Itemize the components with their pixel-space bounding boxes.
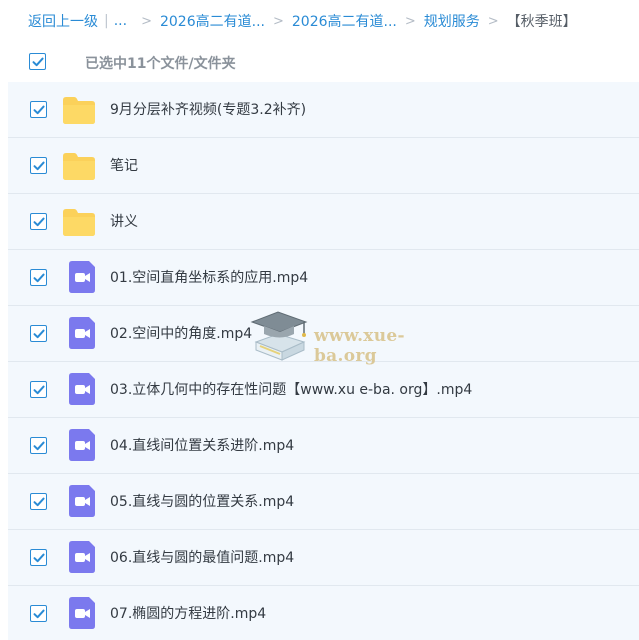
row-checkbox[interactable] [30, 437, 47, 454]
check-icon [33, 385, 45, 394]
video-file-icon [65, 541, 99, 573]
selection-bar: 已选中11个文件/文件夹 [0, 42, 639, 82]
file-browser: 返回上一级 | ... > 2026高二有道... > 2026高二有道... … [0, 0, 639, 640]
check-icon [33, 609, 45, 618]
row-checkbox[interactable] [30, 381, 47, 398]
folder-row[interactable]: 笔记 [8, 138, 639, 194]
file-row[interactable]: 03.立体几何中的存在性问题【www.xu e-ba. org】.mp4 [8, 362, 639, 418]
folder-icon [62, 94, 96, 126]
folder-row[interactable]: 9月分层补齐视频(专题3.2补齐) [8, 82, 639, 138]
file-name[interactable]: 07.椭圆的方程进阶.mp4 [110, 586, 266, 640]
folder-row[interactable]: 讲义 [8, 194, 639, 250]
breadcrumb: 返回上一级 | ... > 2026高二有道... > 2026高二有道... … [28, 0, 639, 42]
select-all-checkbox[interactable] [29, 53, 46, 70]
file-row[interactable]: 05.直线与圆的位置关系.mp4 [8, 474, 639, 530]
row-checkbox[interactable] [30, 493, 47, 510]
row-checkbox[interactable] [30, 549, 47, 566]
video-file-icon [65, 317, 99, 349]
breadcrumb-current: 【秋季班】 [506, 14, 577, 30]
file-row[interactable]: 07.椭圆的方程进阶.mp4 [8, 586, 639, 640]
check-icon [33, 161, 45, 170]
check-icon [33, 329, 45, 338]
breadcrumb-item[interactable]: 2026高二有道... [292, 11, 397, 31]
row-checkbox[interactable] [30, 101, 47, 118]
file-name[interactable]: 03.立体几何中的存在性问题【www.xu e-ba. org】.mp4 [110, 362, 472, 418]
chevron-right-icon: > [272, 13, 284, 29]
video-file-icon [65, 373, 99, 405]
back-link[interactable]: 返回上一级 [28, 11, 98, 31]
row-checkbox[interactable] [30, 605, 47, 622]
file-row[interactable]: 01.空间直角坐标系的应用.mp4 [8, 250, 639, 306]
video-file-icon [65, 597, 99, 629]
row-checkbox[interactable] [30, 325, 47, 342]
check-icon [33, 217, 45, 226]
breadcrumb-item[interactable]: 2026高二有道... [160, 11, 265, 31]
check-icon [33, 497, 45, 506]
breadcrumb-separator: | [104, 13, 109, 29]
row-checkbox[interactable] [30, 157, 47, 174]
check-icon [33, 553, 45, 562]
chevron-right-icon: > [141, 13, 152, 29]
file-row[interactable]: 04.直线间位置关系进阶.mp4 [8, 418, 639, 474]
file-row[interactable]: 06.直线与圆的最值问题.mp4 [8, 530, 639, 586]
video-file-icon [65, 485, 99, 517]
watermark: www.xue-ba.org [248, 308, 458, 368]
check-icon [33, 273, 45, 282]
video-file-icon [65, 429, 99, 461]
file-name[interactable]: 讲义 [110, 194, 138, 250]
file-name[interactable]: 02.空间中的角度.mp4 [110, 306, 252, 362]
check-icon [33, 105, 45, 114]
check-icon [33, 441, 45, 450]
file-name[interactable]: 笔记 [110, 138, 138, 194]
breadcrumb-ellipsis[interactable]: ... [114, 13, 127, 29]
graduation-cap-book-icon [250, 311, 308, 361]
chevron-right-icon: > [487, 13, 499, 29]
video-file-icon [65, 261, 99, 293]
chevron-right-icon: > [404, 13, 416, 29]
check-icon [32, 57, 44, 66]
row-checkbox[interactable] [30, 213, 47, 230]
file-name[interactable]: 06.直线与圆的最值问题.mp4 [110, 530, 294, 586]
breadcrumb-item[interactable]: 规划服务 [424, 11, 480, 31]
folder-icon [62, 150, 96, 182]
file-name[interactable]: 04.直线间位置关系进阶.mp4 [110, 418, 294, 474]
file-name[interactable]: 01.空间直角坐标系的应用.mp4 [110, 250, 308, 306]
watermark-text: www.xue-ba.org [314, 326, 405, 366]
selection-count-text: 已选中11个文件/文件夹 [85, 56, 236, 72]
file-name[interactable]: 9月分层补齐视频(专题3.2补齐) [110, 82, 306, 138]
file-name[interactable]: 05.直线与圆的位置关系.mp4 [110, 474, 294, 530]
row-checkbox[interactable] [30, 269, 47, 286]
folder-icon [62, 206, 96, 238]
